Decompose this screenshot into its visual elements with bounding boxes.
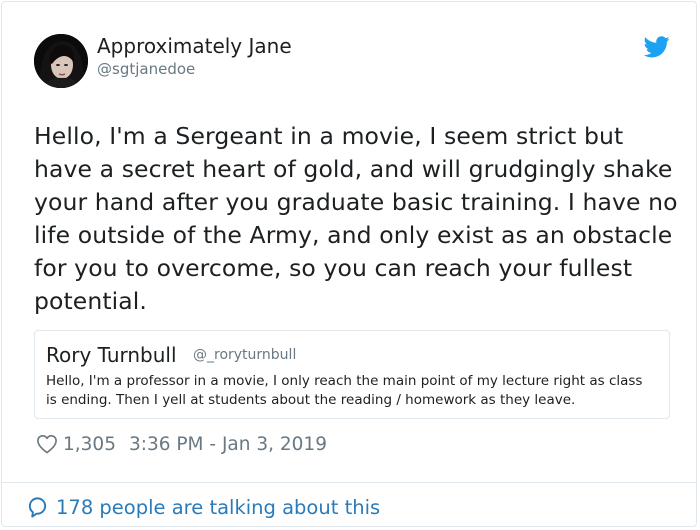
author-avatar[interactable] (34, 34, 88, 88)
quoted-tweet-text: Hello, I'm a professor in a movie, I onl… (46, 373, 643, 408)
conversation-link[interactable]: 178 people are talking about this (26, 493, 380, 521)
tweet-card: Approximately Jane @sgtjanedoe Hello, I'… (1, 1, 697, 527)
like-count[interactable]: 1,305 (63, 434, 116, 455)
tweet-meta: 1,305 3:36 PM - Jan 3, 2019 (36, 430, 327, 458)
conversation-count-text: 178 people are talking about this (56, 495, 381, 519)
footer-divider (2, 482, 696, 483)
quoted-tweet[interactable]: Rory Turnbull @_roryturnbull Hello, I'm … (34, 330, 670, 419)
speech-bubble-icon (28, 497, 47, 518)
author-handle[interactable]: @sgtjanedoe (97, 60, 195, 78)
author-name[interactable]: Approximately Jane (97, 34, 292, 58)
avatar-photo (34, 34, 88, 88)
tweet-text: Hello, I'm a Sergeant in a movie, I seem… (34, 122, 678, 315)
heart-icon[interactable] (36, 434, 58, 454)
quoted-author-handle[interactable]: @_roryturnbull (193, 347, 296, 363)
twitter-bird-icon[interactable] (644, 36, 670, 58)
quoted-author-name[interactable]: Rory Turnbull (46, 343, 177, 367)
tweet-timestamp[interactable]: 3:36 PM - Jan 3, 2019 (129, 434, 327, 455)
